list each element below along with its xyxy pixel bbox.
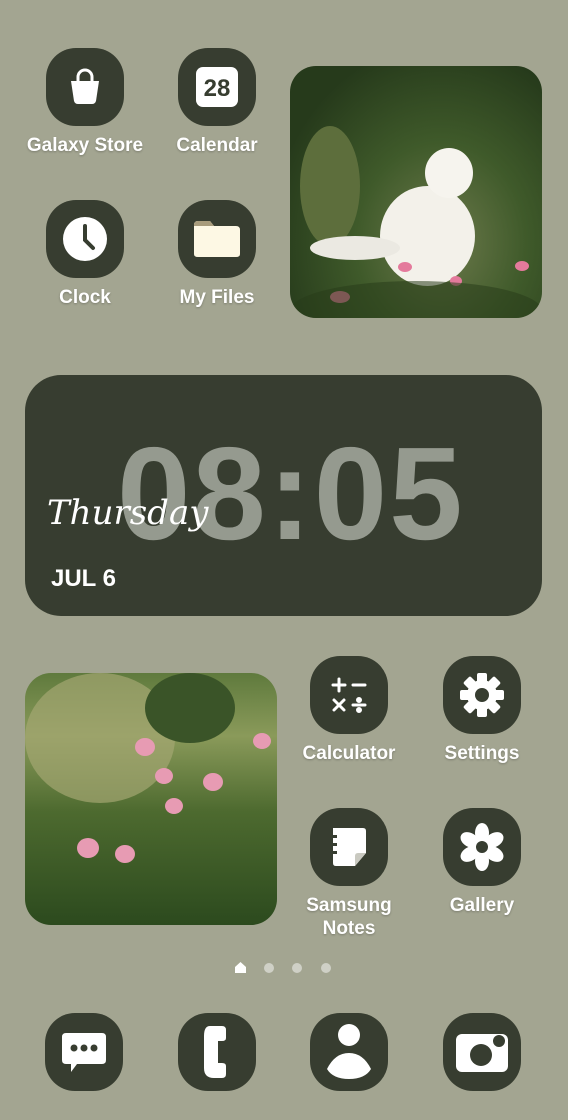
app-gallery[interactable]: Gallery [417, 808, 547, 917]
app-label: My Files [179, 287, 255, 308]
phone-icon [178, 1013, 256, 1091]
home-page-indicator-icon[interactable] [235, 962, 246, 973]
app-label: Gallery [449, 895, 515, 916]
app-calculator[interactable]: Calculator [284, 656, 414, 765]
clock-icon [46, 200, 124, 278]
page-dot[interactable] [321, 963, 331, 973]
app-label: Galaxy Store [26, 135, 144, 156]
page-dot[interactable] [292, 963, 302, 973]
camera-icon [443, 1013, 521, 1091]
app-settings[interactable]: Settings [417, 656, 547, 765]
messages-icon [45, 1013, 123, 1091]
flower-icon [443, 808, 521, 886]
app-label: Calendar [176, 135, 258, 156]
folder-icon [178, 200, 256, 278]
app-label: Clock [59, 287, 111, 308]
shopping-bag-icon [46, 48, 124, 126]
app-clock[interactable]: Clock [20, 200, 150, 309]
notes-icon [310, 808, 388, 886]
calendar-icon: 28 [178, 48, 256, 126]
app-galaxy-store[interactable]: Galaxy Store [20, 48, 150, 157]
app-calendar[interactable]: 28 Calendar [152, 48, 282, 157]
dock-phone[interactable] [152, 1013, 282, 1091]
app-label: Calculator [302, 743, 396, 764]
clock-day: Thursday [47, 493, 209, 533]
dock-contacts[interactable] [284, 1013, 414, 1091]
photo-widget-flowers[interactable] [25, 673, 277, 925]
clock-widget[interactable]: 08:05 Thursday JUL 6 [25, 375, 542, 616]
app-my-files[interactable]: My Files [152, 200, 282, 309]
calculator-icon [310, 656, 388, 734]
app-samsung-notes[interactable]: Samsung Notes [284, 808, 414, 940]
calendar-date: 28 [203, 75, 231, 102]
app-label: Settings [444, 743, 520, 764]
contacts-icon [310, 1013, 388, 1091]
page-dot[interactable] [264, 963, 274, 973]
gear-icon [443, 656, 521, 734]
clock-date: JUL 6 [51, 565, 116, 592]
photo-widget-cat[interactable] [290, 66, 542, 318]
dock-camera[interactable] [417, 1013, 547, 1091]
app-label: Samsung Notes [306, 895, 392, 939]
dock-messages[interactable] [19, 1013, 149, 1091]
